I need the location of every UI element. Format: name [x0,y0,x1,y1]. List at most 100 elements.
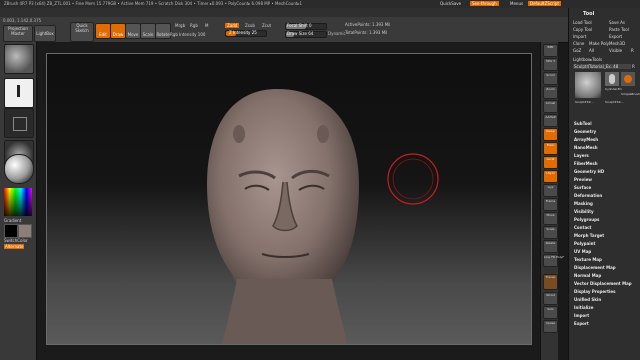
section-nanomesh[interactable]: NanoMesh [574,145,598,150]
tool-thumbnail-head[interactable] [575,72,601,98]
clone-button[interactable]: Clone [573,41,584,46]
section-import[interactable]: Import [574,313,589,318]
bpr-button[interactable]: BPR [543,44,558,57]
lightbox-tools-button[interactable]: Lightbox▸Tools [573,57,602,62]
r2-button[interactable]: R [632,64,635,69]
zoom-button[interactable]: Zoom [543,86,558,99]
copy-tool-button[interactable]: Copy Tool [573,27,592,32]
section-visibility[interactable]: Visibility [574,209,594,214]
lsym-button[interactable]: LSym [543,170,558,183]
rotate-button[interactable]: Rotate [155,23,171,39]
secondary-color-swatch[interactable] [18,224,32,238]
save-as-button[interactable]: Save As [609,20,625,25]
actual-button[interactable]: Actual [543,100,558,113]
zsub-button[interactable]: Zsub [245,23,255,28]
aahalf-button[interactable]: AAHalf [543,114,558,127]
r-button[interactable]: R [631,48,634,53]
dynamic-button[interactable]: Dynamic [328,31,346,36]
gyz-button[interactable]: Gyz [543,184,558,197]
section-unified-skin[interactable]: Unified Skin [574,297,601,302]
brush-thumbnail[interactable] [4,44,34,74]
menu-bar: Alpha Brush Color Document Draw Edit Fil… [0,8,640,24]
load-tool-button[interactable]: Load Tool [573,20,592,25]
section-surface[interactable]: Surface [574,185,591,190]
rotate-view-button[interactable]: Rotate [543,240,558,253]
see-through-slider[interactable]: See-through [470,1,499,6]
tool-thumbnail-cylinder[interactable] [605,72,619,86]
section-geometry[interactable]: Geometry [574,129,596,134]
floor-button[interactable]: Floor [543,142,558,155]
section-fibermesh[interactable]: FiberMesh [574,161,598,166]
active-points-readout: ActivePoints: 1.393 Mil [345,22,391,27]
solo-button[interactable]: Solo [543,306,558,319]
stroke-thumbnail[interactable] [4,78,34,108]
material-thumbnail[interactable] [4,154,34,184]
alternate-button[interactable]: Alternate [4,244,25,249]
frame-button[interactable]: Frame [543,198,558,211]
lightbox-button[interactable]: LightBox [34,25,56,42]
m-button[interactable]: M [205,23,208,28]
polyf-button[interactable]: Line Fill PolyF [543,254,564,267]
move-button[interactable]: Move [125,23,141,39]
quicksave-button[interactable]: QuickSave [440,1,461,6]
primary-color-swatch[interactable] [4,224,18,238]
mrgb-button[interactable]: Mrgb [175,23,185,28]
menus-button[interactable]: Menus [510,1,523,6]
color-picker[interactable] [4,188,32,216]
section-polygroups[interactable]: Polygroups [574,217,599,222]
draw-button[interactable]: Draw [110,23,126,39]
scale-button[interactable]: Scale [140,23,156,39]
local-button[interactable]: Local [543,156,558,169]
visible-button[interactable]: Visible [609,48,622,53]
default-zscript-button[interactable]: DefaultZScript [528,1,561,6]
section-initialize[interactable]: Initialize [574,305,593,310]
transp-button[interactable]: Transp [543,274,558,290]
zadd-button[interactable]: Zadd [225,23,240,28]
section-vector-displacement-map[interactable]: Vector Displacement Map [574,281,632,286]
gradient-label[interactable]: Gradient [4,218,21,223]
switch-color-label[interactable]: SwitchColor [4,238,28,243]
rgb-button[interactable]: Rgb [190,23,198,28]
section-preview[interactable]: Preview [574,177,592,182]
document-canvas[interactable] [46,53,532,345]
section-layers[interactable]: Layers [574,153,589,158]
zcut-button[interactable]: Zcut [262,23,271,28]
section-geometry-hd[interactable]: Geometry HD [574,169,604,174]
section-arraymesh[interactable]: ArrayMesh [574,137,598,142]
xpose-button[interactable]: Xpose [543,320,558,333]
projection-master-button[interactable]: Projection Master [3,25,33,42]
edit-button[interactable]: Edit [95,23,111,39]
current-tool-slider[interactable]: Sculpt4Tutorial_Ex. 48 [573,64,631,69]
make-polymesh-button[interactable]: Make PolyMesh3D [589,41,625,46]
section-subtool[interactable]: SubTool [574,121,592,126]
paste-tool-button[interactable]: Paste Tool [609,27,629,32]
section-contact[interactable]: Contact [574,225,591,230]
spix-button[interactable]: SPix 3 [543,58,558,71]
section-deformation[interactable]: Deformation [574,193,602,198]
alpha-thumbnail[interactable] [4,108,34,138]
section-uv-map[interactable]: UV Map [574,249,591,254]
section-polypaint[interactable]: Polypaint [574,241,595,246]
all-button[interactable]: All [589,48,594,53]
export-tool-button[interactable]: Export [609,34,622,39]
coordinate-readout: 0.003, 1.142,0.375 [3,18,42,23]
tool-thumbnail-simplebrush[interactable] [621,72,635,86]
section-display-properties[interactable]: Display Properties [574,289,615,294]
section-displacement-map[interactable]: Displacement Map [574,265,616,270]
section-morph-target[interactable]: Morph Target [574,233,604,238]
rgb-intensity-label: Rgb Intensity 100 [170,32,206,37]
section-export[interactable]: Export [574,321,589,326]
quick-sketch-button[interactable]: Quick Sketch [70,22,94,42]
scroll-button[interactable]: Scroll [543,72,558,85]
section-masking[interactable]: Masking [574,201,593,206]
thumbnail-head-label: Sculpt4Tut... [575,100,594,104]
import-tool-button[interactable]: Import [573,34,586,39]
scale-view-button[interactable]: Scale [543,226,558,239]
goz-button[interactable]: GoZ [573,48,581,53]
ghost-button[interactable]: Ghost [543,292,558,305]
section-texture-map[interactable]: Texture Map [574,257,602,262]
move-view-button[interactable]: Move [543,212,558,225]
z-intensity-label: Z Intensity 25 [229,30,257,35]
section-normal-map[interactable]: Normal Map [574,273,601,278]
persp-button[interactable]: Persp [543,128,558,141]
